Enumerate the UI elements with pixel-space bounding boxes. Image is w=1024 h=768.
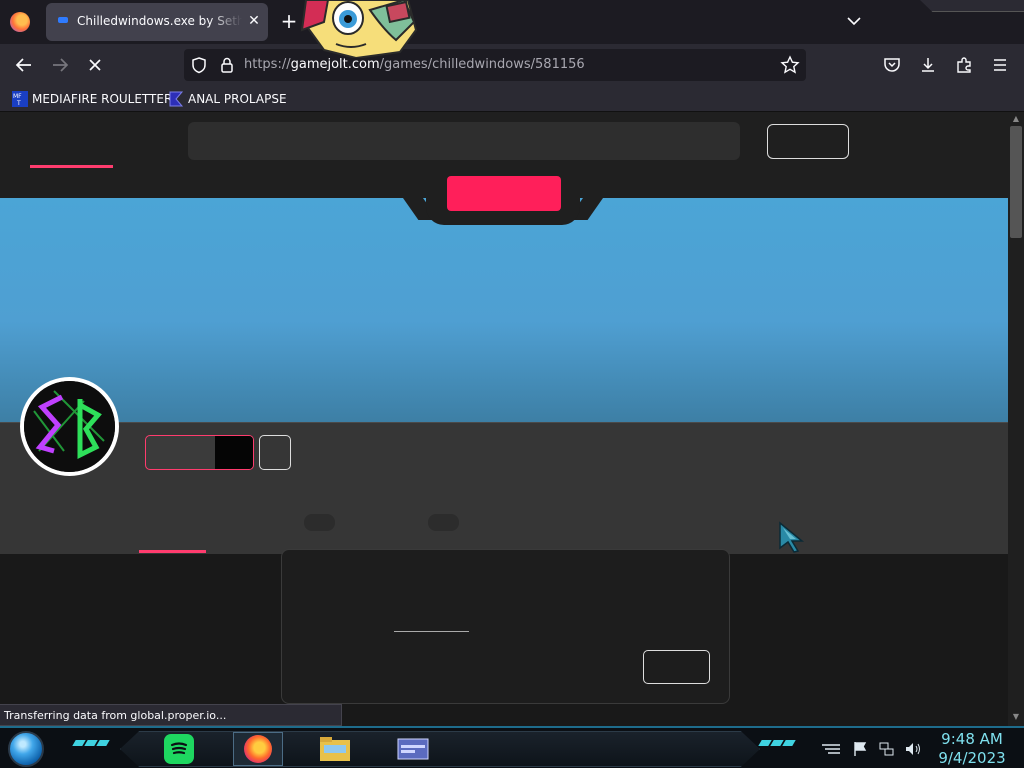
window-frame-decoration xyxy=(920,0,1024,12)
volume-icon[interactable] xyxy=(904,741,922,757)
bookmark-label: ANAL PROLAPSE xyxy=(188,92,287,106)
stop-loading-icon[interactable] xyxy=(82,52,108,78)
bookmark-anal-prolapse[interactable]: ANAL PROLAPSE xyxy=(168,90,287,108)
game-header-banner xyxy=(0,198,1008,422)
gamejolt-favicon-icon xyxy=(58,17,68,23)
bookmark-mediafire-rouletter[interactable]: MF T MEDIAFIRE ROULETTER xyxy=(12,90,172,108)
taskbar-app-frame xyxy=(120,731,760,767)
cartoon-character-image xyxy=(296,0,426,60)
taskbar-firefox[interactable] xyxy=(233,732,283,766)
taskbar-decoration-right xyxy=(758,740,796,746)
scroll-up-arrow-icon[interactable]: ▲ xyxy=(1008,112,1024,126)
clock-time[interactable]: 9:48 AM xyxy=(930,730,1014,748)
taskbar-file-explorer[interactable] xyxy=(310,732,360,766)
status-bar-text: Transferring data from global.proper.io.… xyxy=(0,704,342,726)
taskbar-window[interactable] xyxy=(388,732,438,766)
show-hidden-icons-icon[interactable] xyxy=(820,742,842,756)
stat-placeholder xyxy=(304,514,335,531)
forward-arrow-icon[interactable] xyxy=(47,52,73,78)
scroll-down-arrow-icon[interactable]: ▼ xyxy=(1008,710,1024,724)
card-button-placeholder[interactable] xyxy=(643,650,710,684)
url-path: /games/chilledwindows/581156 xyxy=(379,57,585,72)
card-text-placeholder xyxy=(394,631,469,632)
vertical-scrollbar[interactable]: ▲ ▼ xyxy=(1008,112,1024,726)
tab-close-button[interactable]: ✕ xyxy=(245,12,263,30)
tab-active-indicator xyxy=(139,550,206,553)
tab-title: Chilledwindows.exe by Sethnoo xyxy=(77,14,242,28)
file-explorer-icon xyxy=(320,737,350,761)
sb-neon-logo-icon xyxy=(24,381,115,472)
mouse-cursor-icon xyxy=(778,521,806,553)
url-bar[interactable]: https://gamejolt.com/games/chilledwindow… xyxy=(184,49,806,81)
list-all-tabs-chevron-icon[interactable] xyxy=(843,10,865,32)
downloads-icon[interactable] xyxy=(915,52,941,78)
tab-strip: Chilledwindows.exe by Sethnoo ✕ + xyxy=(0,0,1024,44)
download-button-placeholder[interactable] xyxy=(447,176,561,211)
bookmarks-toolbar: MF T MEDIAFIRE ROULETTER ANAL PROLAPSE xyxy=(0,86,1024,112)
action-center-flag-icon[interactable] xyxy=(852,741,868,757)
tracking-protection-shield-icon[interactable] xyxy=(190,56,208,74)
url-text[interactable]: https://gamejolt.com/games/chilledwindow… xyxy=(244,57,585,72)
pocket-icon[interactable] xyxy=(879,52,905,78)
taskbar-decoration-left xyxy=(72,740,110,746)
back-arrow-icon[interactable] xyxy=(11,52,37,78)
scroll-thumb[interactable] xyxy=(1010,126,1022,238)
navigation-toolbar: https://gamejolt.com/games/chilledwindow… xyxy=(0,44,1024,86)
tab-chilledwindows[interactable]: Chilledwindows.exe by Sethnoo ✕ xyxy=(46,3,268,41)
firefox-icon xyxy=(244,735,272,763)
follow-button-placeholder[interactable] xyxy=(145,435,254,470)
lock-icon[interactable] xyxy=(218,56,236,74)
more-options-button-placeholder[interactable] xyxy=(259,435,291,470)
url-host: gamejolt.com xyxy=(290,57,380,72)
clock-date[interactable]: 9/4/2023 xyxy=(930,749,1014,767)
url-scheme: https:// xyxy=(244,57,291,72)
extensions-puzzle-icon[interactable] xyxy=(951,52,977,78)
svg-text:T: T xyxy=(16,100,21,107)
system-tray xyxy=(820,738,922,760)
spotify-icon xyxy=(164,734,194,764)
window-icon xyxy=(397,738,429,760)
bookmark-star-icon[interactable] xyxy=(780,55,800,75)
svg-text:MF: MF xyxy=(13,93,22,100)
login-button-placeholder[interactable] xyxy=(767,124,849,159)
start-orb-icon[interactable] xyxy=(8,731,44,767)
nav-active-indicator xyxy=(30,165,113,168)
firefox-menu-icon[interactable] xyxy=(10,12,30,32)
search-placeholder[interactable] xyxy=(188,122,740,160)
hamburger-menu-icon[interactable] xyxy=(987,52,1013,78)
content-card-placeholder xyxy=(281,549,730,704)
taskbar-spotify[interactable] xyxy=(154,732,204,766)
web-page xyxy=(0,112,1008,726)
stat-placeholder xyxy=(428,514,459,531)
bookmark-label: MEDIAFIRE ROULETTER xyxy=(32,92,173,106)
network-icon[interactable] xyxy=(878,741,894,757)
avatar[interactable] xyxy=(20,377,119,476)
mediafire-icon: MFT xyxy=(12,91,28,107)
taskbar: 9:48 AM 9/4/2023 xyxy=(0,726,1024,768)
sigma-icon xyxy=(169,91,184,107)
